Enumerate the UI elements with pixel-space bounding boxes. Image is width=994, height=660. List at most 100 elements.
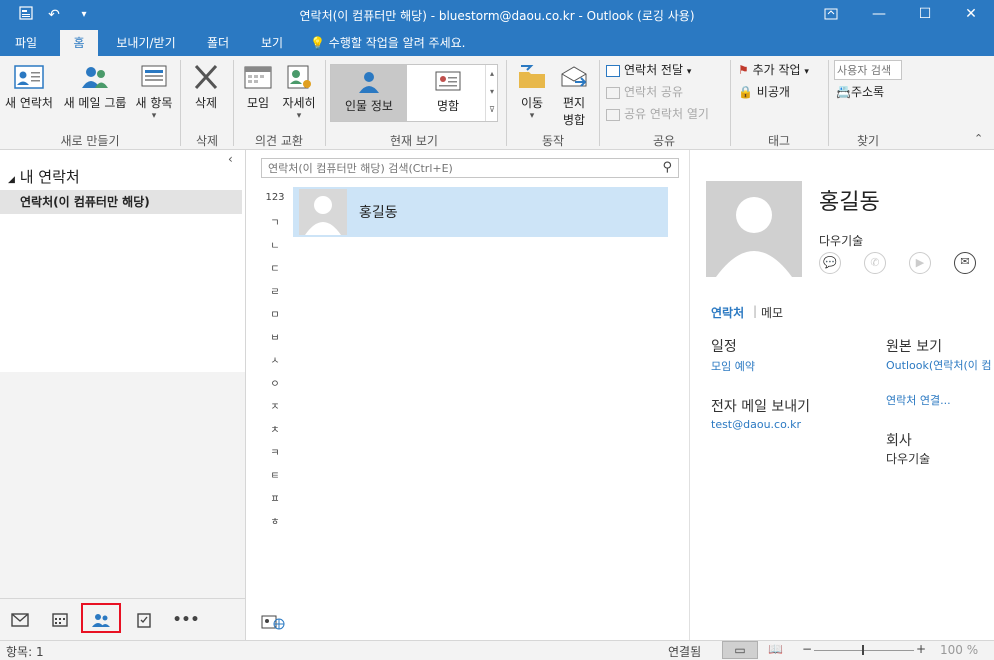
contact-name: 홍길동 [359,205,398,221]
tab-view[interactable]: 보기 [250,30,294,56]
tab-file[interactable]: 파일 [4,30,48,56]
group-label-tags: 태그 [767,134,791,148]
people-icon[interactable] [81,603,121,633]
item-count: 항목: 1 [6,645,44,659]
tasks-icon[interactable] [124,607,164,633]
group-label-current-view: 현재 보기 [390,134,438,148]
dropdown-arrow-icon: ▾ [296,111,302,121]
minimize-button[interactable]: — [856,0,902,30]
maximize-button[interactable]: ☐ [902,0,948,30]
zoom-level[interactable]: 100 % [940,643,978,657]
email-icon[interactable]: ✉ [954,252,976,274]
share-contacts-icon [606,86,620,99]
group-label-delete: 삭제 [195,134,219,148]
folder-contacts-local[interactable]: 연락처(이 컴퓨터만 해당) [0,190,242,214]
gallery-expand-icon[interactable]: ⊽ [486,101,498,119]
contact-detail-pane: 홍길동 다우기술 💬 ✆ ▶ ✉ 연락처 | 메모 일정 모임 예약 전자 메일… [691,150,994,640]
collapse-pane-icon[interactable]: ‹ [228,152,233,166]
index-letter[interactable]: ㅇ [268,375,282,390]
ribbon-separator [180,60,181,146]
detail-contact-name: 홍길동 [819,190,880,215]
index-letter[interactable]: ㅅ [268,352,282,367]
calendar-icon[interactable] [40,607,80,633]
new-contact-group-button[interactable]: 새 메일 그룹 [60,64,130,111]
collapse-ribbon-icon[interactable]: ⌃ [974,132,983,145]
mail-merge-button[interactable]: 편지 병합 [554,64,594,128]
dropdown-arrow-icon: ▾ [529,111,535,121]
mail-icon[interactable] [0,607,40,633]
company-heading: 회사 [886,433,912,449]
search-icon[interactable]: ⚲ [662,160,672,175]
group-label-communicate: 의견 교환 [255,134,303,148]
index-letter[interactable]: ㄹ [268,283,282,298]
add-contact-view-icon[interactable] [261,614,285,634]
index-letter[interactable]: ㄷ [268,260,282,275]
private-button[interactable]: 🔒 비공개 [738,82,790,102]
index-letter[interactable]: ㅌ [268,467,282,482]
delete-button[interactable]: 삭제 [186,64,226,111]
index-letter[interactable]: ㅊ [268,421,282,436]
group-label-share: 공유 [652,134,676,148]
zoom-slider-track[interactable] [814,650,914,651]
index-letter[interactable]: ㅈ [268,398,282,413]
more-button[interactable]: 자세히 ▾ [278,64,320,121]
normal-view-icon[interactable]: ▭ [722,641,758,659]
tab-folder[interactable]: 폴더 [196,30,240,56]
index-123[interactable]: 123 [264,192,286,203]
view-gallery: 인물 정보 명함 ▴ ▾ ⊽ [330,64,498,122]
scroll-up-icon[interactable]: ▴ [486,65,498,83]
index-letter[interactable]: ㅍ [268,490,282,505]
view-people-button[interactable]: 인물 정보 [331,65,407,121]
link-contacts-link[interactable]: 연락처 연결... [886,392,951,408]
reading-view-icon[interactable]: 📖 [768,642,783,656]
lock-icon: 🔒 [738,85,753,99]
zoom-in-icon[interactable]: + [916,642,926,656]
ribbon-display-options-icon[interactable] [808,0,854,30]
source-link[interactable]: Outlook(연락처(이 컴 [886,357,994,373]
contact-search-input[interactable] [262,159,652,177]
move-button[interactable]: 이동 ▾ [512,64,552,121]
contact-search-box[interactable]: ⚲ [261,158,679,178]
flag-icon: ⚑ [738,63,749,77]
ribbon-separator [506,60,507,146]
contact-card-item[interactable]: 홍길동 [293,187,668,237]
scroll-down-icon[interactable]: ▾ [486,83,498,101]
search-people-input[interactable] [834,60,902,80]
tab-notes[interactable]: 메모 [761,304,783,321]
index-letter[interactable]: ㅁ [268,306,282,321]
meeting-button[interactable]: 모임 [240,64,276,111]
new-items-button[interactable]: 새 항목 ▾ [132,64,176,121]
zoom-slider-thumb[interactable] [862,645,864,655]
schedule-meeting-link[interactable]: 모임 예약 [711,358,755,374]
zoom-out-icon[interactable]: − [802,642,812,656]
index-letter[interactable]: ㄱ [268,214,282,229]
tab-send-receive[interactable]: 보내기/받기 [108,30,184,56]
share-contacts-button: 연락처 공유 [606,82,683,102]
forward-contact-button[interactable]: 연락처 전달 ▾ [606,60,691,80]
follow-up-button[interactable]: ⚑ 추가 작업 ▾ [738,60,809,80]
dropdown-arrow-icon: ▾ [686,67,692,77]
address-book-button[interactable]: 📇주소록 [836,82,884,102]
view-business-card-button[interactable]: 명함 [411,65,485,121]
lightbulb-icon: 💡 [310,36,325,50]
open-shared-contacts-icon [606,108,620,121]
new-contact-button[interactable]: 새 연락처 [2,64,56,111]
more-modules-icon[interactable]: ••• [166,607,206,633]
group-label-actions: 동작 [541,134,565,148]
new-items-icon [141,65,167,87]
index-letter[interactable]: ㅎ [268,513,282,528]
schedule-heading: 일정 [711,339,737,355]
email-link[interactable]: test@daou.co.kr [711,418,801,431]
my-contacts-section[interactable]: ◢ 내 연락처 [8,166,80,187]
tab-home[interactable]: 홈 [60,30,98,56]
index-letter[interactable]: ㅂ [268,329,282,344]
contact-card-icon [14,65,44,89]
contact-list-pane: ⚲ 홍길동 [247,150,690,640]
index-letter[interactable]: ㅋ [268,444,282,459]
index-letter[interactable]: ㄴ [268,237,282,252]
close-button[interactable]: ✕ [948,0,994,30]
tab-contact[interactable]: 연락처 [711,304,744,321]
tell-me-box[interactable]: 💡 수행할 작업을 알려 주세요. [310,30,500,56]
more-details-icon [287,65,311,89]
view-gallery-scroll[interactable]: ▴ ▾ ⊽ [485,65,498,121]
